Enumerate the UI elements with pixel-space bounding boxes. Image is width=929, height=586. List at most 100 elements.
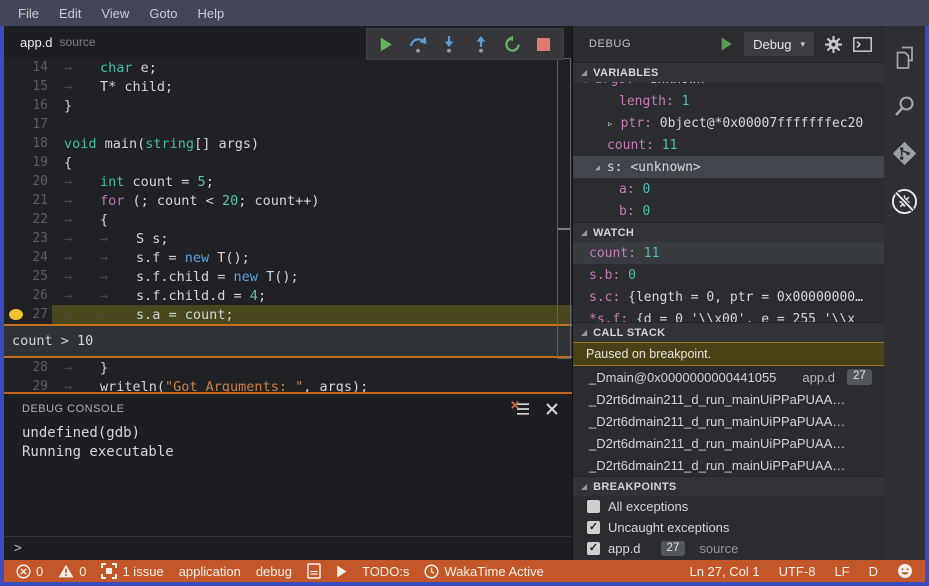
stack-frame[interactable]: _D2rt6dmain211_d_run_mainUiPPaPUAA… bbox=[573, 454, 884, 476]
menu-goto[interactable]: Goto bbox=[139, 6, 187, 21]
git-icon[interactable] bbox=[891, 140, 918, 167]
gutter[interactable]: 17 bbox=[4, 115, 52, 134]
todo-status[interactable]: TODO:s bbox=[362, 564, 409, 579]
menu-edit[interactable]: Edit bbox=[49, 6, 91, 21]
stack-frame[interactable]: _D2rt6dmain211_d_run_mainUiPPaPUAA… bbox=[573, 388, 884, 410]
code-line-27[interactable]: 27 → → s.a = count; bbox=[4, 305, 572, 324]
code-line-14[interactable]: 14 → char e; bbox=[4, 58, 572, 77]
code-line-24[interactable]: 24 → → s.f = new T(); bbox=[4, 248, 572, 267]
gutter[interactable]: 24 bbox=[4, 248, 52, 267]
error-count[interactable]: 0 bbox=[16, 564, 43, 579]
code-line-26[interactable]: 26 → → s.f.child.d = 4; bbox=[4, 286, 572, 305]
stack-frame[interactable]: _D2rt6dmain211_d_run_mainUiPPaPUAA… bbox=[573, 432, 884, 454]
expanded-arrow-icon[interactable]: ◢ bbox=[595, 163, 600, 172]
gutter[interactable]: 20 bbox=[4, 172, 52, 191]
gutter[interactable]: 25 bbox=[4, 267, 52, 286]
breakpoint-item[interactable]: ✓ Uncaught exceptions bbox=[573, 517, 884, 538]
stack-frame[interactable]: _D2rt6dmain211_d_run_mainUiPPaPUAA… bbox=[573, 410, 884, 432]
code-line-29[interactable]: 29 → writeln("Got Arguments: ", args); bbox=[4, 377, 572, 393]
warning-count[interactable]: 0 bbox=[58, 564, 86, 579]
wakatime-status[interactable]: WakaTime Active bbox=[424, 564, 544, 579]
editor-scrollbar[interactable] bbox=[557, 58, 571, 359]
breakpoint-dot[interactable] bbox=[9, 309, 23, 320]
debug-mode-status[interactable]: debug bbox=[256, 564, 292, 579]
menu-view[interactable]: View bbox=[91, 6, 139, 21]
cursor-position[interactable]: Ln 27, Col 1 bbox=[689, 564, 759, 579]
collapsed-arrow-icon[interactable]: ▹ bbox=[607, 117, 614, 130]
gutter[interactable]: 28 bbox=[4, 358, 52, 377]
variables-section-header[interactable]: ◢ VARIABLES bbox=[573, 62, 884, 82]
gutter[interactable]: 29 bbox=[4, 377, 52, 392]
code-line-20[interactable]: 20 → int count = 5; bbox=[4, 172, 572, 191]
breakpoint-item[interactable]: ✓ app.d 27 source bbox=[573, 538, 884, 559]
gutter[interactable]: 15 bbox=[4, 77, 52, 96]
start-debug-icon[interactable] bbox=[720, 37, 733, 51]
variable-row[interactable]: count: 11 bbox=[573, 134, 884, 156]
breakpoint-condition-widget[interactable]: count > 10 bbox=[4, 324, 572, 358]
code-line-19[interactable]: 19 { bbox=[4, 153, 572, 172]
document-icon[interactable] bbox=[307, 563, 321, 579]
code-line-23[interactable]: 23 → → S s; bbox=[4, 229, 572, 248]
code-line-18[interactable]: 18 void main(string[] args) bbox=[4, 134, 572, 153]
code-line-25[interactable]: 25 → → s.f.child = new T(); bbox=[4, 267, 572, 286]
step-out-button[interactable] bbox=[469, 32, 493, 56]
gutter[interactable]: 26 bbox=[4, 286, 52, 305]
feedback-smiley-icon[interactable] bbox=[897, 563, 913, 579]
gutter[interactable]: 22 bbox=[4, 210, 52, 229]
language-status[interactable]: D bbox=[869, 564, 878, 579]
variable-row[interactable]: length: 1 bbox=[573, 90, 884, 112]
gutter[interactable]: 16 bbox=[4, 96, 52, 115]
code-line-15[interactable]: 15 → T* child; bbox=[4, 77, 572, 96]
checked-checkbox[interactable]: ✓ bbox=[587, 542, 600, 555]
breakpoints-section-header[interactable]: ◢ BREAKPOINTS bbox=[573, 476, 884, 496]
clear-console-icon[interactable] bbox=[511, 401, 530, 417]
variable-row[interactable]: ▹ ptr: 0bject@*0x00007fffffffec20 bbox=[573, 112, 884, 134]
variable-row[interactable]: a: 0 bbox=[573, 178, 884, 200]
gutter[interactable]: 19 bbox=[4, 153, 52, 172]
watch-section-header[interactable]: ◢ WATCH bbox=[573, 222, 884, 242]
code-line-21[interactable]: 21 → for (; count < 20; count++) bbox=[4, 191, 572, 210]
checked-checkbox[interactable]: ✓ bbox=[587, 521, 600, 534]
debug-config-dropdown[interactable]: Debug ▾ bbox=[744, 32, 814, 56]
files-icon[interactable] bbox=[891, 44, 918, 71]
stack-frame[interactable]: _Dmain@0x0000000000441055 app.d 27 bbox=[573, 366, 884, 388]
variable-row[interactable]: ◢ s: <unknown> bbox=[573, 156, 884, 178]
close-icon[interactable] bbox=[546, 403, 558, 415]
issues-status[interactable]: 1 issue bbox=[101, 563, 164, 579]
encoding-status[interactable]: UTF-8 bbox=[779, 564, 816, 579]
eol-status[interactable]: LF bbox=[834, 564, 849, 579]
unchecked-checkbox[interactable] bbox=[587, 500, 600, 513]
continue-button[interactable] bbox=[374, 32, 398, 56]
gutter[interactable]: 27 bbox=[4, 305, 52, 324]
variable-row[interactable]: count: 11 bbox=[573, 242, 884, 264]
variable-row[interactable]: s.b: 0 bbox=[573, 264, 884, 286]
menu-help[interactable]: Help bbox=[188, 6, 235, 21]
variable-row[interactable]: ◢args: <unknown> bbox=[573, 82, 884, 90]
variable-row[interactable]: b: 0 bbox=[573, 200, 884, 222]
code-editor[interactable]: 14 → char e; 15 → T* child; 16} 17 18 void main(s… bbox=[4, 58, 572, 392]
gutter[interactable]: 23 bbox=[4, 229, 52, 248]
code-line-16[interactable]: 16} bbox=[4, 96, 572, 115]
stop-button[interactable] bbox=[532, 32, 556, 56]
search-icon[interactable] bbox=[891, 92, 918, 119]
step-over-button[interactable] bbox=[406, 32, 430, 56]
restart-button[interactable] bbox=[500, 32, 524, 56]
gutter[interactable]: 18 bbox=[4, 134, 52, 153]
gutter[interactable]: 21 bbox=[4, 191, 52, 210]
gear-icon[interactable] bbox=[825, 35, 842, 53]
open-console-icon[interactable] bbox=[853, 36, 872, 52]
variable-row[interactable]: s.c: {length = 0, ptr = 0x00000000… bbox=[573, 286, 884, 308]
console-input[interactable]: > bbox=[4, 536, 572, 560]
code-line-17[interactable]: 17 bbox=[4, 115, 572, 134]
variable-row[interactable]: *s.f: {d = 0 '\\x00', e = 255 '\\x bbox=[573, 308, 884, 323]
run-icon[interactable] bbox=[336, 565, 347, 578]
code-line-22[interactable]: 22 →{ bbox=[4, 210, 572, 229]
menu-file[interactable]: File bbox=[8, 6, 49, 21]
gutter[interactable]: 14 bbox=[4, 58, 52, 77]
expanded-arrow-icon[interactable]: ◢ bbox=[583, 82, 588, 84]
tab-app-d[interactable]: app.d bbox=[20, 35, 53, 50]
breakpoint-item[interactable]: All exceptions bbox=[573, 496, 884, 517]
step-into-button[interactable] bbox=[437, 32, 461, 56]
call-stack-section-header[interactable]: ◢ CALL STACK bbox=[573, 322, 884, 342]
debug-disabled-icon[interactable] bbox=[891, 188, 918, 215]
